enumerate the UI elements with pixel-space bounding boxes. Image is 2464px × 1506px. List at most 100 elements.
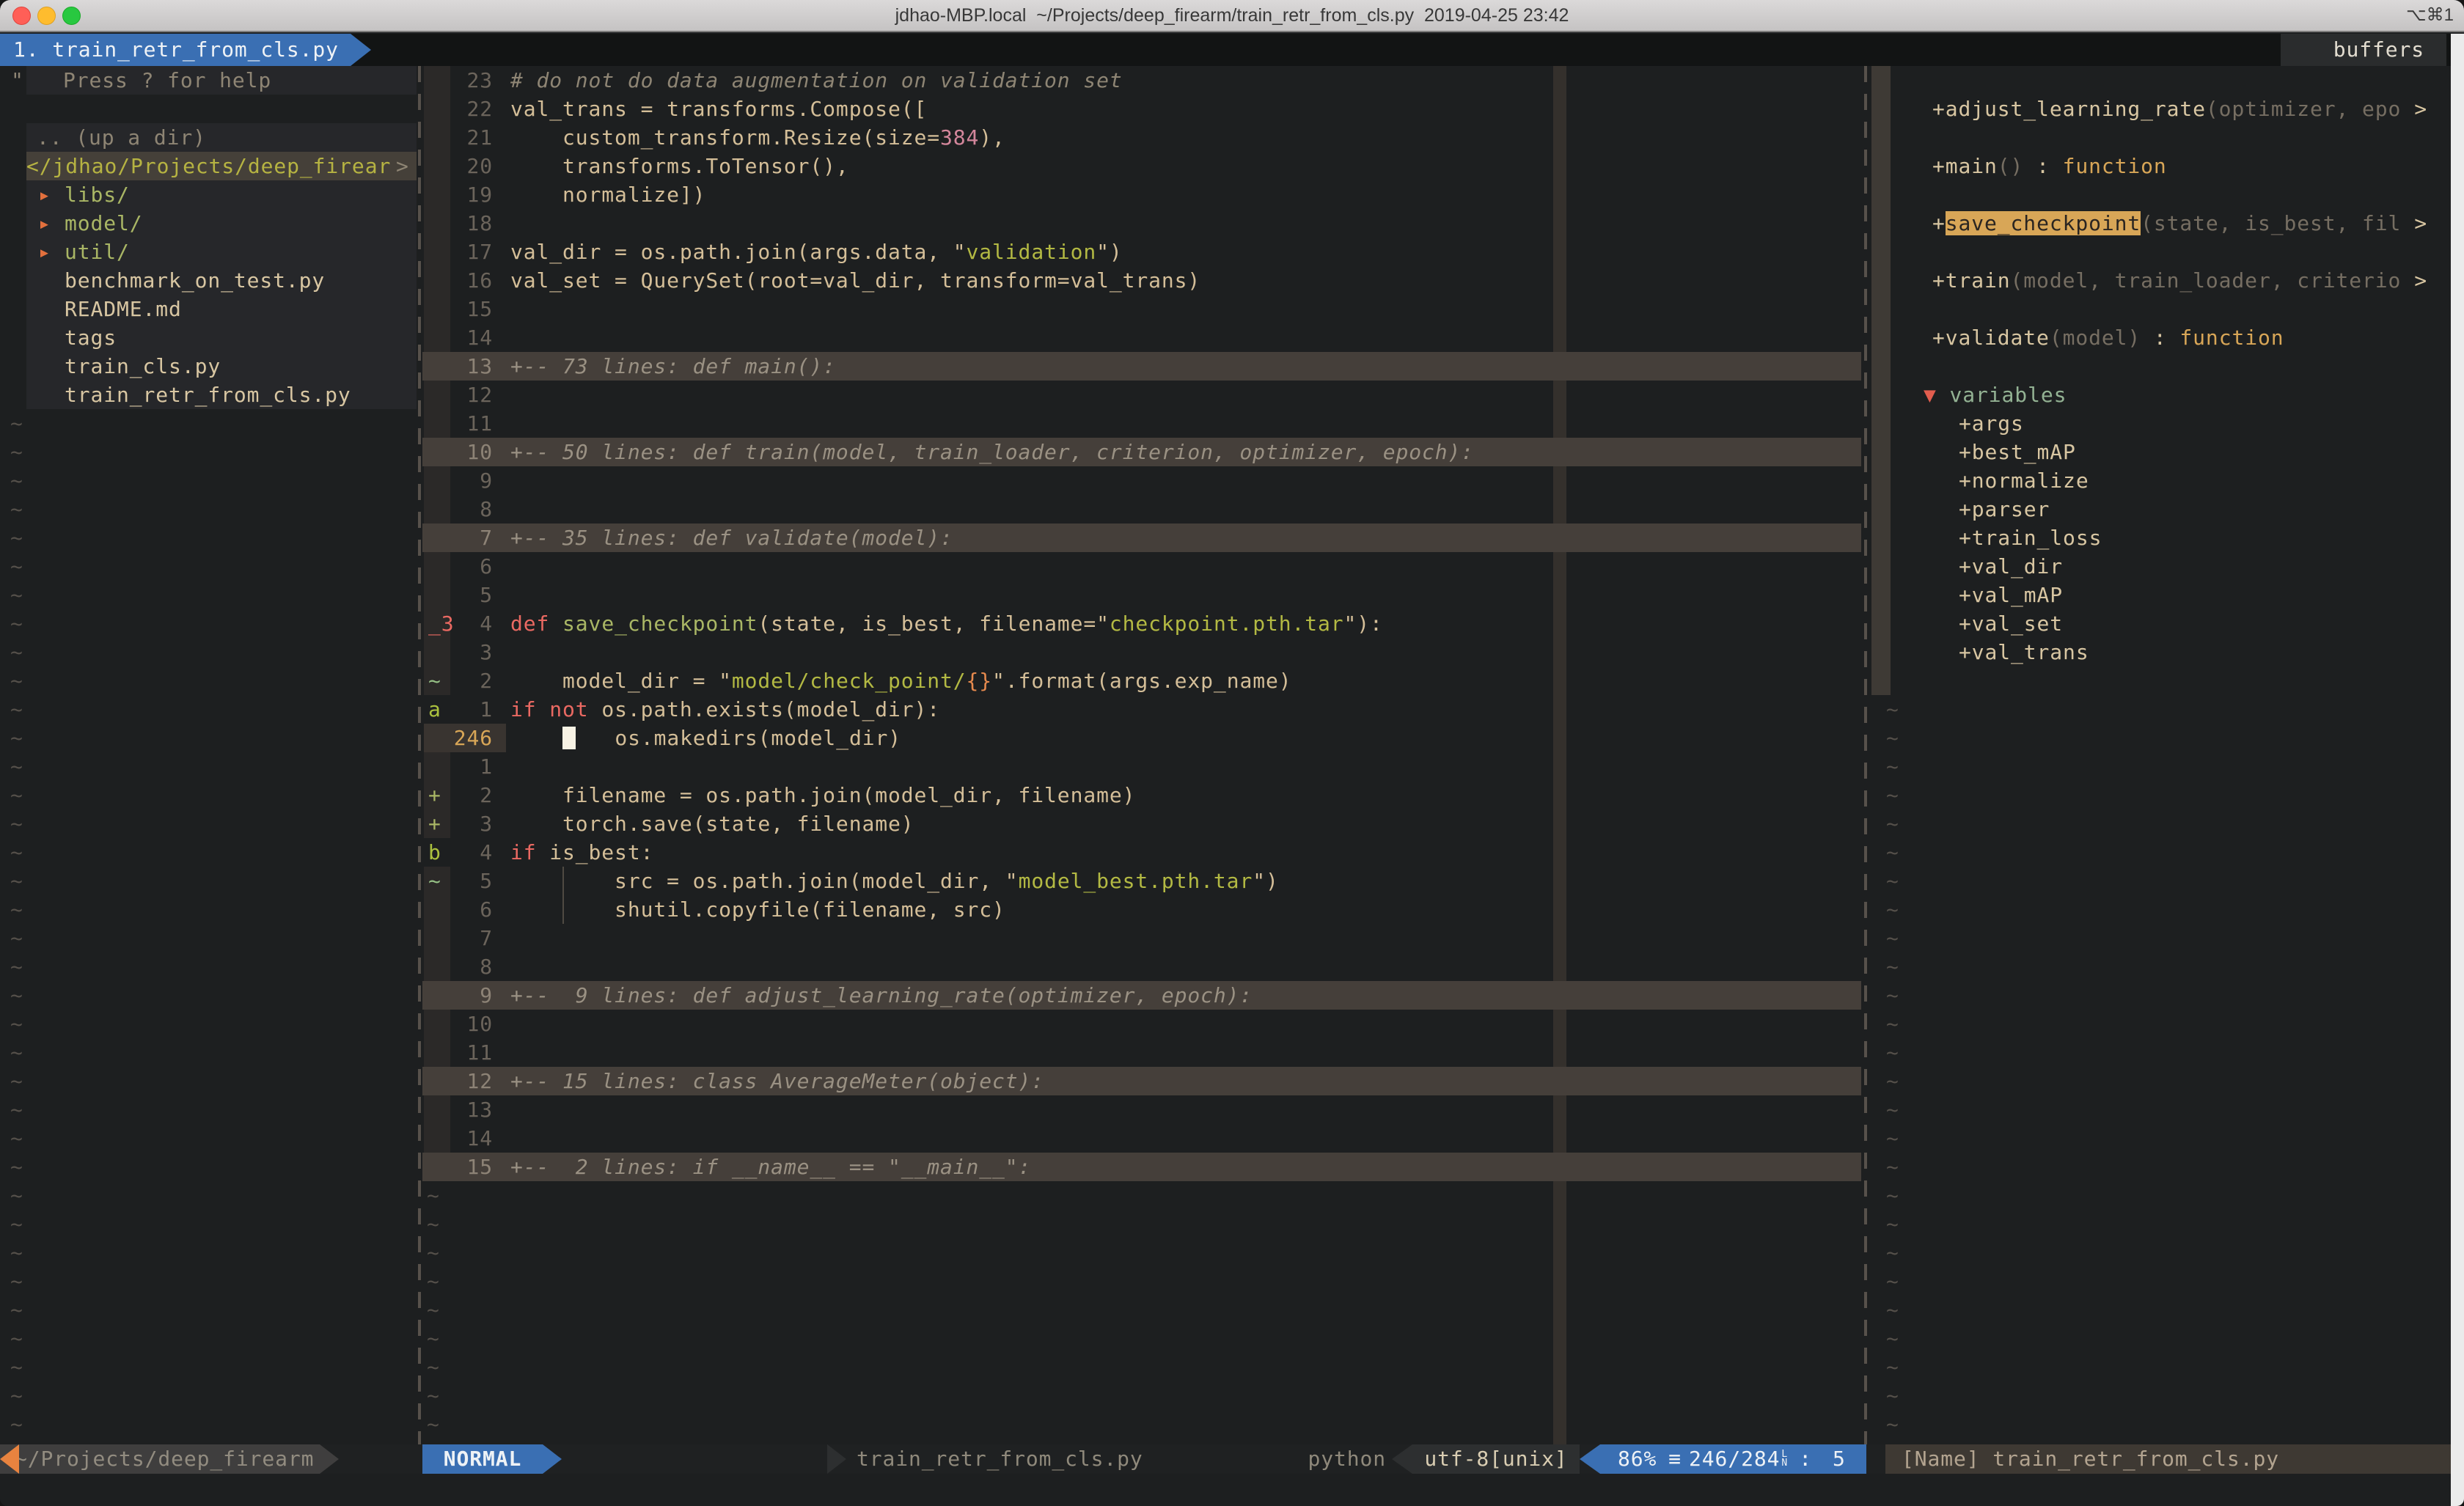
blank-line[interactable]: 11	[422, 1038, 1861, 1067]
tag-kind[interactable]: function	[2179, 326, 2284, 350]
tagbar-item[interactable]: +parser	[1871, 495, 2464, 524]
line-number[interactable]: 12	[424, 381, 500, 409]
code-line[interactable]: _34def save_checkpoint(state, is_best, f…	[422, 609, 1861, 638]
tree-file-item[interactable]: train_cls.py	[65, 352, 221, 381]
tree-file-item[interactable]: train_retr_from_cls.py	[65, 381, 351, 409]
tagbar-item[interactable]: +args	[1871, 409, 2464, 438]
tag-name-highlighted[interactable]: save_checkpoint	[1946, 211, 2141, 235]
tree-updir-item[interactable]: .. (up a dir)	[37, 123, 206, 152]
blank-line[interactable]: 12	[422, 381, 1861, 409]
line-number[interactable]: 10	[424, 438, 500, 466]
line-number[interactable]: 3	[424, 809, 500, 838]
tagbar-item[interactable]: +train(model, train_loader, criterio>	[1871, 266, 2464, 295]
tree-row-dir[interactable]: ▸util/	[0, 238, 415, 266]
tree-file-item[interactable]: README.md	[65, 295, 182, 323]
line-number[interactable]: 19	[424, 180, 500, 209]
tag-name[interactable]: +val_trans	[1959, 640, 2089, 664]
fold-text[interactable]: +-- 9 lines: def adjust_learning_rate(op…	[510, 981, 1253, 1010]
window-separator-right[interactable]	[1864, 66, 1867, 1444]
line-number[interactable]: 18	[424, 209, 500, 238]
code-line[interactable]: 23# do not do data augmentation on valid…	[422, 66, 1861, 95]
tagbar-item[interactable]: +val_set	[1871, 609, 2464, 638]
tree-root-path[interactable]: </jdhao/Projects/deep_firear	[26, 152, 391, 180]
folder-collapsed-icon[interactable]: ▸	[38, 209, 51, 238]
kind-label[interactable]: variables	[1937, 383, 2067, 407]
line-number[interactable]: 7	[424, 924, 500, 952]
fold-bar[interactable]: 10+-- 50 lines: def train(model, train_l…	[422, 438, 1861, 466]
blank-line[interactable]: 1	[422, 752, 1861, 781]
code-text[interactable]: if is_best:	[510, 838, 653, 867]
code-line[interactable]: 16val_set = QuerySet(root=val_dir, trans…	[422, 266, 1861, 295]
code-text[interactable]: if not os.path.exists(model_dir):	[510, 695, 940, 724]
line-number[interactable]: 20	[424, 152, 500, 180]
line-number[interactable]: 5	[424, 581, 500, 609]
code-text[interactable]: os.makedirs(model_dir)	[510, 724, 901, 752]
code-line[interactable]: ~2 model_dir = "model/check_point/{}".fo…	[422, 666, 1861, 695]
line-number[interactable]: 2	[424, 781, 500, 809]
line-number[interactable]: 8	[424, 495, 500, 524]
current-line-number[interactable]: 246	[424, 724, 500, 752]
code-line[interactable]: 6 shutil.copyfile(filename, src)	[422, 895, 1861, 924]
tag-name[interactable]: +best_mAP	[1959, 440, 2076, 464]
line-number[interactable]: 15	[424, 295, 500, 323]
line-number[interactable]: 22	[424, 95, 500, 123]
line-number[interactable]: 13	[424, 352, 500, 381]
fold-row[interactable]: 9 +-- 9 lines: def adjust_learning_rate(o…	[422, 981, 1861, 1010]
blank-line[interactable]: 3	[422, 638, 1861, 666]
code-text[interactable]: transforms.ToTensor(),	[510, 152, 849, 180]
tagbar-item[interactable]: +best_mAP	[1871, 438, 2464, 466]
tag-separator[interactable]: :	[2023, 154, 2062, 178]
tagbar-item[interactable]: +validate(model) : function	[1871, 323, 2464, 352]
tree-row-file[interactable]: train_cls.py	[0, 352, 415, 381]
line-number[interactable]: 14	[424, 323, 500, 352]
code-line[interactable]: 17val_dir = os.path.join(args.data, "val…	[422, 238, 1861, 266]
line-number[interactable]: 13	[424, 1095, 500, 1124]
line-number[interactable]: 14	[424, 1124, 500, 1153]
line-number[interactable]: 2	[424, 666, 500, 695]
line-number[interactable]: 15	[424, 1153, 500, 1181]
blank-line[interactable]: 5	[422, 581, 1861, 609]
tree-row-file[interactable]: README.md	[0, 295, 415, 323]
tagbar-item[interactable]: +train_loss	[1871, 524, 2464, 552]
code-line[interactable]: 21 custom_transform.Resize(size=384),	[422, 123, 1861, 152]
tree-dir-item[interactable]: model/	[65, 209, 143, 238]
blank-line[interactable]: 14	[422, 323, 1861, 352]
line-number[interactable]: 16	[424, 266, 500, 295]
tagbar-item[interactable]: +main() : function	[1871, 152, 2464, 180]
blank-line[interactable]: 14	[422, 1124, 1861, 1153]
tagbar-item[interactable]: +val_dir	[1871, 552, 2464, 581]
tree-row-dir[interactable]: ▸ model/	[0, 209, 415, 238]
line-number[interactable]: 9	[424, 981, 500, 1010]
line-number[interactable]: 21	[424, 123, 500, 152]
blank-line[interactable]: 8	[422, 952, 1861, 981]
code-text[interactable]: shutil.copyfile(filename, src)	[510, 895, 1005, 924]
fold-bar[interactable]: 12+-- 15 lines: class AverageMeter(objec…	[422, 1067, 1861, 1095]
line-number[interactable]: 1	[424, 752, 500, 781]
code-text[interactable]: normalize])	[510, 180, 705, 209]
tag-kind[interactable]: function	[2063, 154, 2167, 178]
tag-name[interactable]: +train_loss	[1959, 526, 2102, 550]
code-text[interactable]: val_trans = transforms.Compose([	[510, 95, 927, 123]
blank-line[interactable]: 7	[422, 924, 1861, 952]
tree-file-item[interactable]: benchmark_on_test.py	[65, 266, 325, 295]
tag-separator[interactable]: :	[2141, 326, 2179, 350]
line-number[interactable]: 6	[424, 552, 500, 581]
line-number[interactable]: 11	[424, 409, 500, 438]
code-text[interactable]: filename = os.path.join(model_dir, filen…	[510, 781, 1135, 809]
line-number[interactable]: 12	[424, 1067, 500, 1095]
line-number[interactable]: 1	[424, 695, 500, 724]
blank-line[interactable]: 11	[422, 409, 1861, 438]
tagbar-item[interactable]: +val_trans	[1871, 638, 2464, 666]
code-text[interactable]: custom_transform.Resize(size=384),	[510, 123, 1005, 152]
tagbar-item[interactable]: +val_mAP	[1871, 581, 2464, 609]
tag-name[interactable]: +parser	[1959, 497, 2050, 521]
line-number[interactable]: 6	[424, 895, 500, 924]
blank-line[interactable]: 9	[422, 466, 1861, 495]
tree-row-root[interactable]: </jdhao/Projects/deep_firear>	[0, 152, 415, 180]
fold-text[interactable]: +-- 73 lines: def main():	[510, 352, 836, 381]
fold-bar[interactable]: 13 +-- 73 lines: def main():	[422, 352, 1861, 381]
kind-expanded-icon[interactable]: ▼	[1924, 383, 1937, 407]
blank-line[interactable]: 8	[422, 495, 1861, 524]
line-number[interactable]: 5	[424, 867, 500, 895]
blank-line[interactable]: 10	[422, 1010, 1861, 1038]
